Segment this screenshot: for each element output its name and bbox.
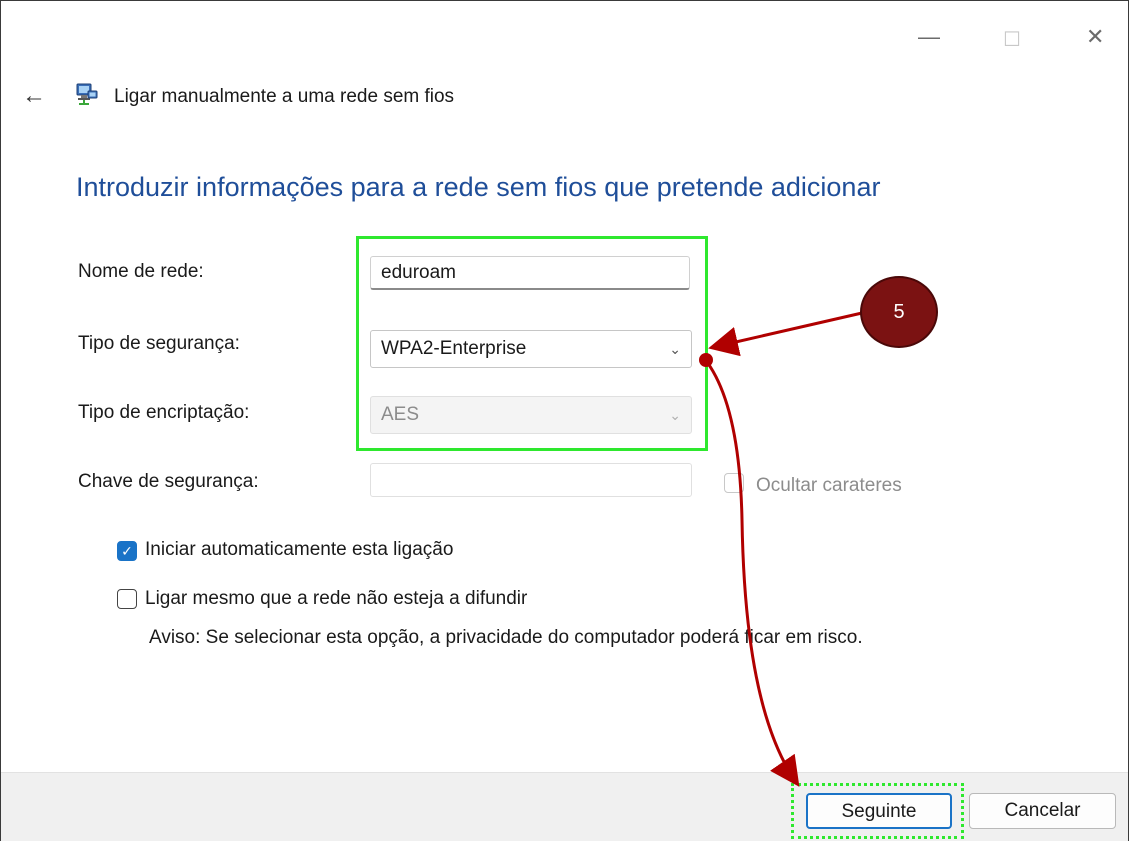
step-badge: 5 (860, 276, 938, 348)
cancel-button[interactable]: Cancelar (969, 793, 1116, 829)
connect-hidden-label: Ligar mesmo que a rede não esteja a difu… (145, 588, 528, 609)
hide-characters-label: Ocultar carateres (756, 475, 902, 496)
window-title: Ligar manualmente a uma rede sem fios (114, 86, 455, 107)
encryption-type-label: Tipo de encriptação: (78, 402, 250, 423)
network-icon (76, 83, 98, 105)
security-key-input[interactable] (370, 463, 692, 497)
security-key-label: Chave de segurança: (78, 471, 259, 492)
checkmark-icon: ✓ (121, 543, 133, 559)
maximize-button[interactable]: ☐ (1003, 27, 1021, 52)
next-highlight-box (791, 783, 964, 839)
auto-start-checkbox[interactable]: ✓ (117, 541, 137, 561)
close-button[interactable]: ✕ (1086, 24, 1104, 50)
hide-characters-checkbox[interactable] (724, 473, 744, 493)
minimize-button[interactable]: — (918, 24, 940, 50)
page-heading: Introduzir informações para a rede sem f… (76, 172, 881, 202)
privacy-warning-text: Aviso: Se selecionar esta opção, a priva… (149, 627, 863, 648)
connect-hidden-checkbox[interactable] (117, 589, 137, 609)
network-name-label: Nome de rede: (78, 261, 204, 282)
back-arrow-icon[interactable]: ← (22, 82, 46, 110)
security-type-label: Tipo de segurança: (78, 333, 240, 354)
auto-start-label: Iniciar automaticamente esta ligação (145, 539, 454, 560)
highlight-box (356, 236, 708, 451)
